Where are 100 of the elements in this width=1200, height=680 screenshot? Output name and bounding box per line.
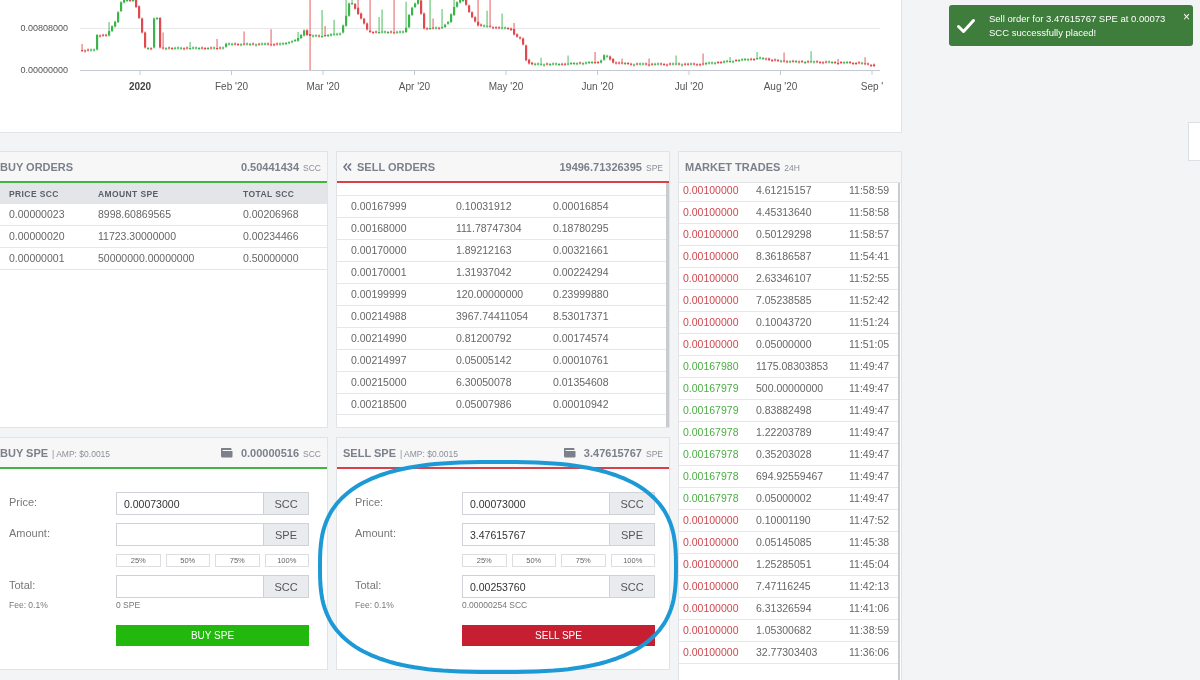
table-cell-text: 4.61215157 [756, 184, 813, 197]
wallet-icon [220, 447, 233, 458]
table-cell-text: 0.00000001 [9, 252, 66, 265]
table-cell-text: 1.25285051 [756, 558, 813, 571]
table-cell-text: 0.81200792 [456, 332, 513, 345]
table-cell-text: 1.31937042 [456, 266, 513, 279]
field-label: Amount: [355, 527, 396, 540]
table-cell-text: 11:47:52 [849, 514, 891, 527]
balance-unit: SPE [646, 448, 663, 459]
total-input[interactable]: 0.00253760 [462, 575, 610, 598]
table-cell-text: 11:54:41 [849, 250, 891, 263]
table-cell-text: 0.00168000 [351, 222, 408, 235]
table-cell-text: 694.92559467 [756, 470, 825, 483]
fee-amount: 0 SPE [116, 600, 141, 611]
table-cell-text: 0.50000000 [243, 252, 300, 265]
trade-price: 0.00167978 [683, 426, 740, 439]
field-label: Price: [9, 496, 38, 509]
trade-price: 0.00100000 [683, 558, 740, 571]
panel-note: | AMP: $0.0015 [400, 448, 458, 459]
axis-label: Apr '20 [398, 81, 431, 92]
table-cell-text: 0.05005142 [456, 354, 513, 367]
submit-button[interactable]: SELL SPE [462, 625, 655, 646]
table-cell-text: 32.77303403 [756, 646, 819, 659]
field-label: Amount: [9, 527, 50, 540]
table-cell-text: 111.78747304 [456, 222, 523, 235]
column-header: PRICE SCC [9, 188, 60, 199]
table-cell-text: 0.00321661 [553, 244, 610, 257]
trade-price: 0.00167978 [683, 470, 740, 483]
axis-label: Jun '20 [581, 81, 614, 92]
table-cell-text: 6.30050078 [456, 376, 513, 389]
trade-price: 0.00100000 [683, 272, 740, 285]
table-cell-text: 0.83882498 [756, 404, 813, 417]
table-cell-text: 0.00170000 [351, 244, 408, 257]
table-cell-text: 11:52:42 [849, 294, 891, 307]
amount-input[interactable]: 3.47615767 [462, 523, 610, 546]
fee-label: Fee: 0.1% [9, 600, 48, 611]
trade-price: 0.00100000 [683, 602, 740, 615]
axis-label: Aug '20 [763, 81, 798, 92]
table-cell-text: 0.05007986 [456, 397, 513, 411]
table-cell-text: 8.36186587 [756, 250, 813, 263]
table-cell-text: 4.45313640 [756, 206, 813, 219]
table-cell-text: 11:52:55 [849, 272, 891, 285]
table-cell-text: 11:42:13 [849, 580, 891, 593]
trade-price: 0.00100000 [683, 646, 740, 659]
table-cell-text: 2.63346107 [756, 272, 813, 285]
trade-price: 0.00167978 [683, 448, 740, 461]
panel-title: SELL ORDERS [357, 160, 436, 173]
total-unit: SPE [646, 162, 663, 173]
table-cell-text: 0.00174574 [553, 332, 610, 345]
table-cell-text: 11723.30000000 [98, 230, 178, 243]
table-cell-text: 1.89212163 [456, 244, 513, 257]
trade-price: 0.00100000 [683, 206, 740, 219]
wallet-icon [563, 447, 576, 458]
table-cell-text: 0.00000020 [9, 230, 66, 243]
panel-title: BUY SPE [0, 446, 49, 459]
unit-label: SPE [264, 523, 309, 546]
close-button[interactable]: × [1183, 12, 1190, 22]
table-cell-text: 11:49:47 [849, 360, 891, 373]
table-cell-text: 7.05238585 [756, 294, 813, 307]
table-cell-text: 0.00224294 [553, 266, 610, 279]
price-input[interactable]: 0.00073000 [116, 492, 264, 515]
table-cell-text: 11:49:47 [849, 382, 891, 395]
table-cell-text: 0.00214988 [351, 310, 408, 323]
balance-value: 3.47615767 [583, 446, 642, 459]
table-cell-text: 0.50129298 [756, 228, 813, 241]
table-cell-text: 0.00206968 [243, 208, 300, 221]
table-cell-text: 0.05000002 [756, 492, 813, 505]
trade-price: 0.00100000 [683, 294, 740, 307]
table-cell-text: 11:58:58 [849, 206, 891, 219]
trade-price: 0.00167980 [683, 360, 740, 373]
table-cell-text: 1.05300682 [756, 624, 813, 637]
panel-title: SELL SPE [343, 446, 396, 459]
unit-label: SCC [264, 492, 309, 515]
double-chevron-icon[interactable] [343, 162, 352, 171]
table-cell-text: 0.10043720 [756, 316, 813, 329]
axis-label: Feb '20 [215, 81, 248, 92]
table-cell-text: 11:49:47 [849, 404, 891, 417]
unit-label: SCC [610, 492, 655, 515]
table-cell-text: 3967.74411054 [456, 310, 530, 323]
trade-price: 0.00100000 [683, 624, 740, 637]
price-input[interactable]: 0.00073000 [462, 492, 610, 515]
trade-price: 0.00100000 [683, 250, 740, 263]
panel-title: BUY ORDERS [0, 160, 74, 173]
total-input[interactable] [116, 575, 264, 598]
table-cell-text: 11:38:59 [849, 624, 891, 637]
table-cell-text: 0.00170001 [351, 266, 408, 279]
trade-price: 0.00100000 [683, 514, 740, 527]
trade-price: 0.00167979 [683, 382, 740, 395]
amount-input[interactable] [116, 523, 264, 546]
table-cell-text: 50000000.00000000 [98, 252, 196, 265]
panel-title: MARKET TRADES [685, 161, 781, 173]
trade-price: 0.00100000 [683, 580, 740, 593]
table-cell-text: 6.31326594 [756, 602, 813, 615]
total-value: 19496.71326395 [559, 160, 642, 173]
table-cell-text: 0.00218500 [351, 397, 408, 411]
table-cell-text: 11:51:05 [849, 338, 891, 351]
table-cell-text: 0.23999880 [553, 288, 610, 301]
unit-label: SCC [264, 575, 309, 598]
table-cell-text: 0.00234466 [243, 230, 300, 243]
table-cell-text: 0.05145085 [756, 536, 813, 549]
